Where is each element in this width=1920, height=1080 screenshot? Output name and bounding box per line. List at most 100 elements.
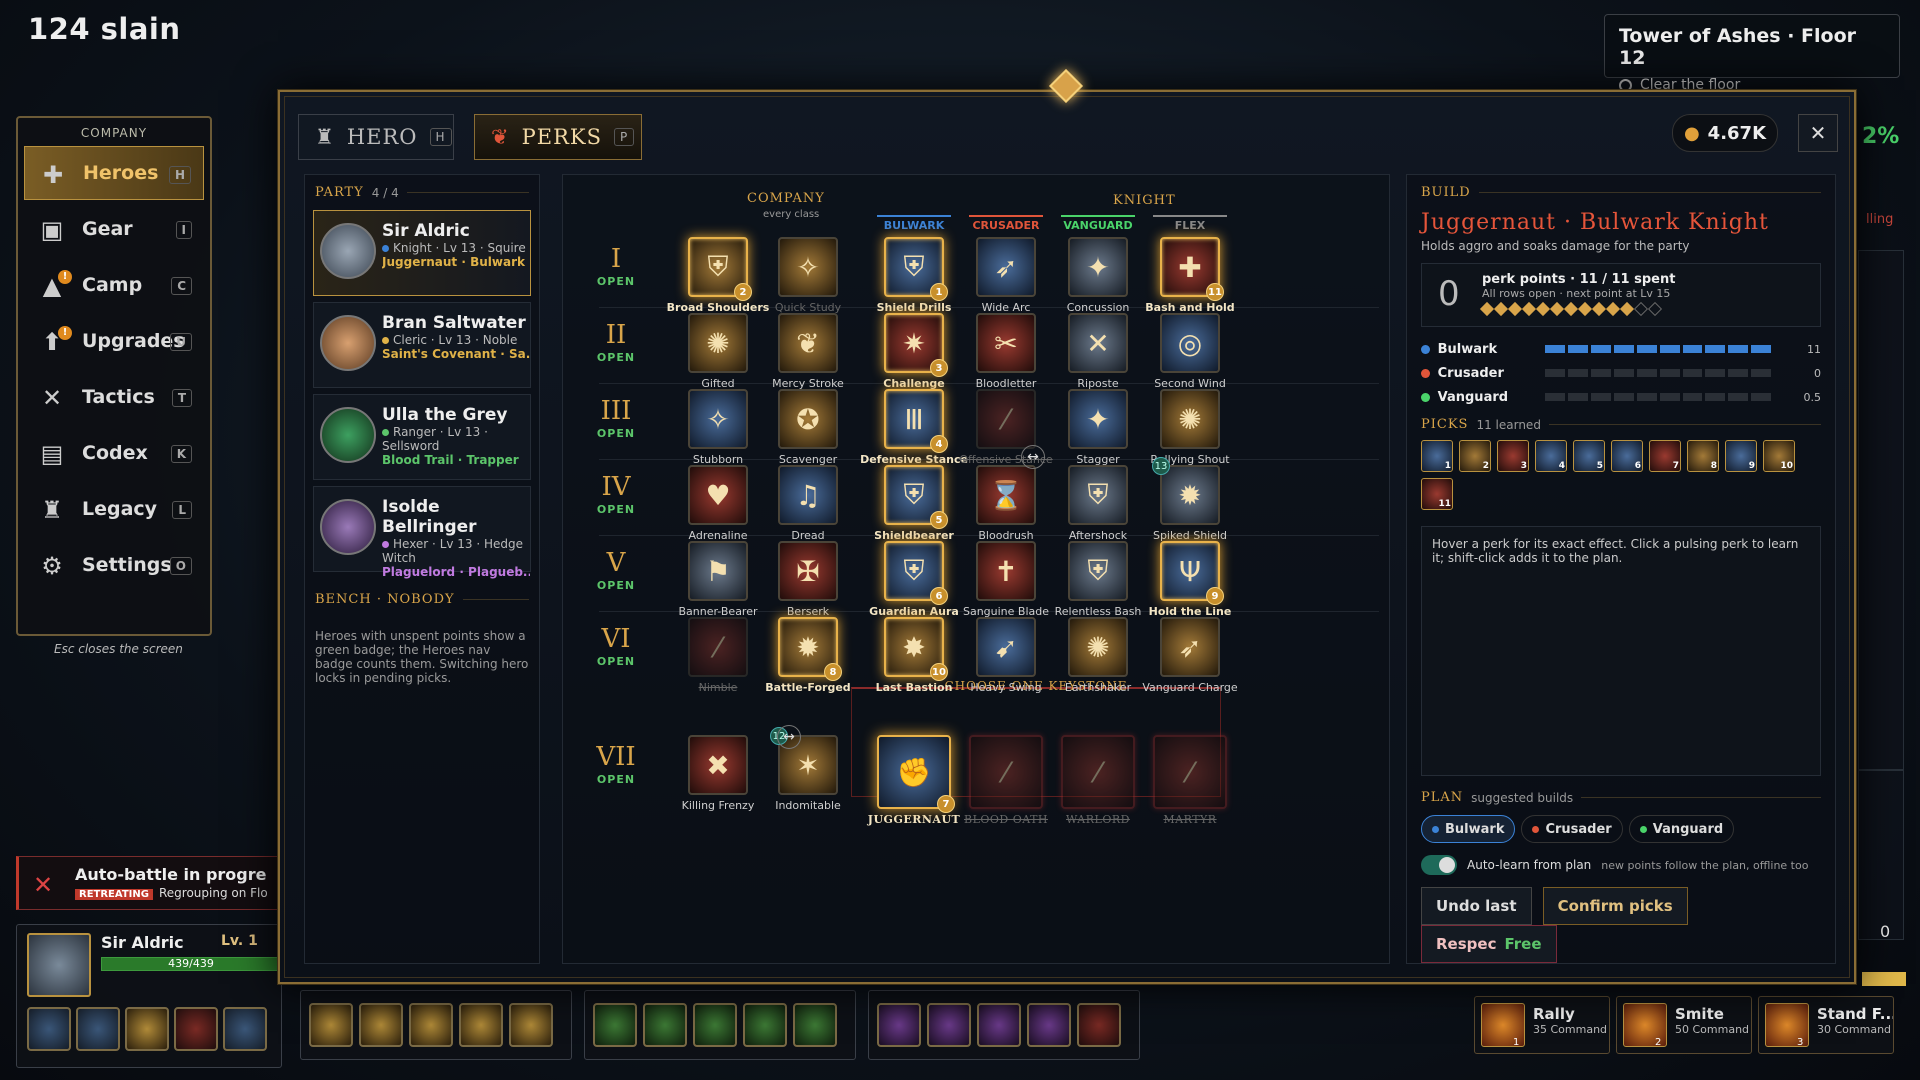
- tab-perks[interactable]: ❦ PERKS P: [474, 114, 642, 160]
- plan-chip-bulwark[interactable]: Bulwark: [1421, 815, 1516, 843]
- member-name: Sir Aldric: [382, 221, 470, 241]
- perk-indomitable[interactable]: ✶ 12 Indomitable: [753, 727, 863, 825]
- bench-note: Heroes with unspent points show a green …: [315, 629, 529, 685]
- nav-item-key: I: [175, 221, 192, 239]
- codex-icon: ▤: [40, 440, 64, 468]
- perk-martyr[interactable]: ⁄ MARTYR: [1135, 735, 1245, 826]
- picked-perk-icon[interactable]: 2: [1459, 440, 1491, 472]
- auto-learn-toggle[interactable]: [1421, 855, 1457, 875]
- pick-order-badge: 1: [930, 283, 948, 301]
- command-key: 3: [1797, 1037, 1804, 1048]
- perk-battle-forged[interactable]: ✹ 8 Battle-Forged: [753, 617, 863, 707]
- pick-number: 3: [1520, 461, 1527, 471]
- party-member-card[interactable]: Isolde Bellringer Hexer · Lv 13 · Hedge W…: [313, 486, 531, 579]
- skill-slot[interactable]: [359, 1003, 403, 1047]
- settings-icon: ⚙: [41, 552, 63, 580]
- skill-slot[interactable]: [174, 1007, 218, 1051]
- party-member-card[interactable]: Bran Saltwater Cleric · Lv 13 · Noble Sain…: [313, 302, 531, 388]
- skill-slot[interactable]: [125, 1007, 169, 1051]
- swap-arrow-icon[interactable]: ↔: [1021, 445, 1045, 469]
- skill-slot[interactable]: [643, 1003, 687, 1047]
- picked-perk-icon[interactable]: 10: [1763, 440, 1795, 472]
- close-button[interactable]: ✕: [1798, 114, 1838, 152]
- perk-point-pip-icon: [1591, 301, 1607, 317]
- row-label-II: II OPEN: [581, 319, 651, 364]
- subcolumn-bulwark: BULWARK: [877, 215, 951, 232]
- skill-slot[interactable]: [409, 1003, 453, 1047]
- nav-item-gear[interactable]: ▣ Gear I: [24, 202, 204, 256]
- plan-dot-icon: [1639, 825, 1647, 833]
- perk-vanguard-charge[interactable]: ➶ Vanguard Charge: [1135, 617, 1245, 707]
- nav-item-tactics[interactable]: ✕ Tactics T: [24, 370, 204, 424]
- affinity-segment: [1682, 369, 1703, 377]
- skill-slot[interactable]: [459, 1003, 503, 1047]
- nav-item-heroes[interactable]: ✚ Heroes H: [24, 146, 204, 200]
- perk-point-pip-icon: [1633, 301, 1649, 317]
- nav-item-label: Legacy: [82, 498, 158, 520]
- skill-slot[interactable]: [877, 1003, 921, 1047]
- plan-dot-icon: [1532, 825, 1540, 833]
- tab-hero[interactable]: ♜ HERO H: [298, 114, 454, 160]
- auto-battle-banner[interactable]: ✕ Auto-battle in progress... RETREATINGR…: [16, 856, 278, 910]
- plan-chip-crusader[interactable]: Crusader: [1521, 815, 1623, 843]
- party-member-card[interactable]: Ulla the Grey Ranger · Lv 13 · Sellsword B…: [313, 394, 531, 480]
- skill-slot[interactable]: [977, 1003, 1021, 1047]
- skill-slot[interactable]: [593, 1003, 637, 1047]
- hero-status-card[interactable]: Sir Aldric Lv. 1 439/439: [16, 924, 282, 1068]
- avatar[interactable]: [320, 499, 376, 555]
- confirm-picks-button[interactable]: Confirm picks: [1542, 887, 1688, 925]
- row-label-V: V OPEN: [581, 547, 651, 592]
- picks-count: 11 learned: [1476, 417, 1541, 432]
- row-open: OPEN: [596, 773, 636, 786]
- skill-slot[interactable]: [743, 1003, 787, 1047]
- picked-perk-icon[interactable]: 8: [1687, 440, 1719, 472]
- nav-item-legacy[interactable]: ♜ Legacy L: [24, 482, 204, 536]
- skill-slot[interactable]: [693, 1003, 737, 1047]
- skill-slot[interactable]: [793, 1003, 837, 1047]
- picked-perk-icon[interactable]: 11: [1421, 478, 1453, 510]
- pick-number: 10: [1780, 461, 1793, 471]
- respec-button[interactable]: Respec Free: [1421, 925, 1557, 963]
- command-stand-firm-button[interactable]: Stand F... 30 Command 3: [1758, 996, 1894, 1054]
- avatar[interactable]: [320, 315, 376, 371]
- party-member-card[interactable]: Sir Aldric Knight · Lv 13 · Squire Juggern…: [313, 210, 531, 296]
- skill-slot[interactable]: [27, 1007, 71, 1051]
- affinity-segment: [1590, 369, 1611, 377]
- skill-slot[interactable]: [1027, 1003, 1071, 1047]
- command-rally-button[interactable]: Rally 35 Command 1: [1474, 996, 1610, 1054]
- picked-perk-icon[interactable]: 7: [1649, 440, 1681, 472]
- picked-perk-icon[interactable]: 3: [1497, 440, 1529, 472]
- skill-slot[interactable]: [927, 1003, 971, 1047]
- nav-item-settings[interactable]: ⚙ Settings O: [24, 538, 204, 592]
- kill-counter: 124 slain: [28, 12, 181, 46]
- affinity-segment: [1659, 393, 1680, 401]
- skill-slot[interactable]: [509, 1003, 553, 1047]
- perk-point-pip-icon: [1605, 301, 1621, 317]
- nav-item-codex[interactable]: ▤ Codex K: [24, 426, 204, 480]
- picked-perk-icon[interactable]: 6: [1611, 440, 1643, 472]
- avatar[interactable]: [320, 407, 376, 463]
- skill-slot[interactable]: [1077, 1003, 1121, 1047]
- nav-item-upgrades[interactable]: ⬆! Upgrades U: [24, 314, 204, 368]
- swap-arrow-icon[interactable]: ↔: [777, 725, 801, 749]
- command-smite-button[interactable]: Smite 50 Command 2: [1616, 996, 1752, 1054]
- picked-perk-icon[interactable]: 9: [1725, 440, 1757, 472]
- hero-portrait[interactable]: [27, 933, 91, 997]
- skill-slot[interactable]: [223, 1007, 267, 1051]
- picked-perk-icon[interactable]: 5: [1573, 440, 1605, 472]
- picked-perk-icon[interactable]: 4: [1535, 440, 1567, 472]
- party-label: PARTY: [315, 185, 364, 200]
- member-desc: Knight · Lv 13 · Squire: [382, 241, 530, 255]
- undo-last-button[interactable]: Undo last: [1421, 887, 1532, 925]
- pick-number: 7: [1672, 461, 1679, 471]
- member-spec: Blood Trail · Trapper: [382, 453, 519, 467]
- nav-item-camp[interactable]: ▲! Camp C: [24, 258, 204, 312]
- perk-point-pip-icon: [1549, 301, 1565, 317]
- picked-perk-icon[interactable]: 1: [1421, 440, 1453, 472]
- skill-slot[interactable]: [76, 1007, 120, 1051]
- avatar[interactable]: [320, 223, 376, 279]
- tab-perks-key: P: [613, 128, 635, 146]
- skill-slot[interactable]: [309, 1003, 353, 1047]
- affinity-name: Crusader: [1437, 365, 1504, 381]
- plan-chip-vanguard[interactable]: Vanguard: [1628, 815, 1735, 843]
